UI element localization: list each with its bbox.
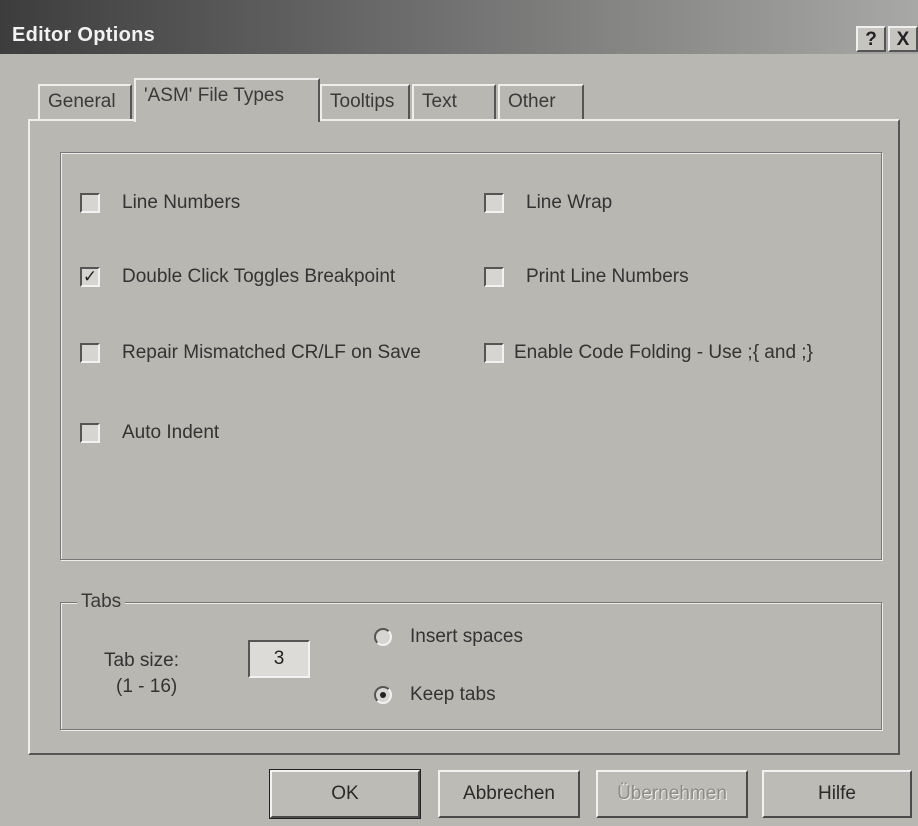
- tab-label: Other: [508, 91, 556, 112]
- insert-spaces-option[interactable]: Insert spaces: [374, 626, 523, 648]
- tab-label: 'ASM' File Types: [144, 85, 284, 106]
- double-click-breakpoint-label: Double Click Toggles Breakpoint: [122, 266, 396, 287]
- line-wrap-option[interactable]: Line Wrap: [484, 192, 612, 214]
- keep-tabs-radio[interactable]: [374, 686, 392, 704]
- insert-spaces-label: Insert spaces: [410, 626, 523, 647]
- tab-label: Text: [422, 91, 457, 112]
- tab-text[interactable]: Text: [412, 84, 496, 120]
- tab-general[interactable]: General: [38, 84, 132, 120]
- apply-button[interactable]: Übernehmen: [596, 770, 748, 818]
- double-click-breakpoint-option[interactable]: ✓ Double Click Toggles Breakpoint: [80, 266, 395, 288]
- auto-indent-option[interactable]: Auto Indent: [80, 422, 219, 444]
- repair-crlf-label: Repair Mismatched CR/LF on Save: [122, 342, 421, 363]
- code-folding-option[interactable]: Enable Code Folding - Use ;{ and ;}: [484, 342, 813, 364]
- tab-asm-file-types[interactable]: 'ASM' File Types: [134, 78, 320, 122]
- help-button[interactable]: Hilfe: [762, 770, 912, 818]
- auto-indent-checkbox[interactable]: [80, 423, 100, 443]
- print-line-numbers-option[interactable]: Print Line Numbers: [484, 266, 689, 288]
- tabs-group: Tabs: [60, 591, 882, 730]
- auto-indent-label: Auto Indent: [122, 422, 220, 443]
- code-folding-label: Enable Code Folding - Use ;{ and ;}: [514, 342, 813, 363]
- ok-button[interactable]: OK: [269, 769, 421, 819]
- tab-label: General: [48, 91, 116, 112]
- line-wrap-checkbox[interactable]: [484, 193, 504, 213]
- help-title-button[interactable]: ?: [856, 26, 886, 52]
- line-numbers-checkbox[interactable]: [80, 193, 100, 213]
- window-title: Editor Options: [12, 24, 156, 46]
- keep-tabs-label: Keep tabs: [410, 684, 496, 705]
- close-button[interactable]: X: [888, 26, 918, 52]
- tab-label: Tooltips: [330, 91, 395, 112]
- code-folding-checkbox[interactable]: [484, 343, 504, 363]
- title-bar: Editor Options ? X: [0, 0, 918, 54]
- keep-tabs-option[interactable]: Keep tabs: [374, 684, 496, 706]
- tab-size-input[interactable]: 3: [248, 640, 310, 678]
- insert-spaces-radio[interactable]: [374, 628, 392, 646]
- repair-crlf-checkbox[interactable]: [80, 343, 100, 363]
- line-wrap-label: Line Wrap: [526, 192, 613, 213]
- print-line-numbers-checkbox[interactable]: [484, 267, 504, 287]
- tab-size-range: (1 - 16): [116, 676, 178, 697]
- tab-size-label: Tab size:: [104, 650, 179, 671]
- cancel-button[interactable]: Abbrechen: [438, 770, 580, 818]
- line-numbers-option[interactable]: Line Numbers: [80, 192, 240, 214]
- double-click-breakpoint-checkbox[interactable]: ✓: [80, 267, 100, 287]
- print-line-numbers-label: Print Line Numbers: [526, 266, 689, 287]
- tabs-group-legend: Tabs: [77, 591, 126, 613]
- repair-crlf-option[interactable]: Repair Mismatched CR/LF on Save: [80, 342, 421, 364]
- tab-other[interactable]: Other: [498, 84, 584, 120]
- tab-tooltips[interactable]: Tooltips: [320, 84, 410, 120]
- line-numbers-label: Line Numbers: [122, 192, 241, 213]
